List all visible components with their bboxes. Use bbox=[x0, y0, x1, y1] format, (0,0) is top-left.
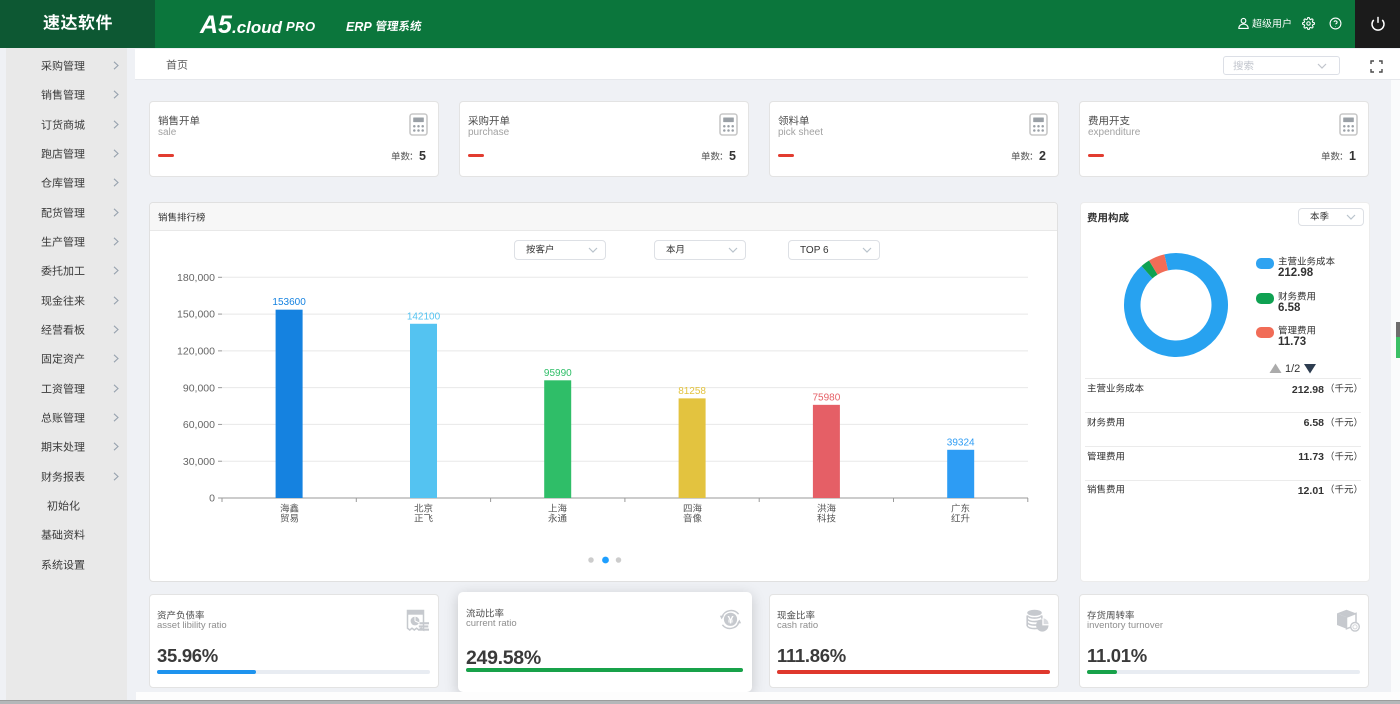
svg-text:75980: 75980 bbox=[812, 392, 840, 403]
svg-text:30,000: 30,000 bbox=[183, 456, 215, 468]
svg-text:0: 0 bbox=[209, 493, 215, 505]
svg-text:180,000: 180,000 bbox=[177, 272, 215, 284]
svg-text:153600: 153600 bbox=[272, 297, 306, 308]
svg-text:90,000: 90,000 bbox=[183, 382, 215, 394]
svg-text:60,000: 60,000 bbox=[183, 419, 215, 431]
svg-text:¥: ¥ bbox=[727, 614, 734, 626]
svg-text:150,000: 150,000 bbox=[177, 309, 215, 321]
svg-text:142100: 142100 bbox=[407, 311, 441, 322]
svg-text:120,000: 120,000 bbox=[177, 345, 215, 357]
svg-text:81258: 81258 bbox=[678, 386, 706, 397]
svg-text:39324: 39324 bbox=[947, 437, 975, 448]
svg-text:95990: 95990 bbox=[544, 368, 572, 379]
